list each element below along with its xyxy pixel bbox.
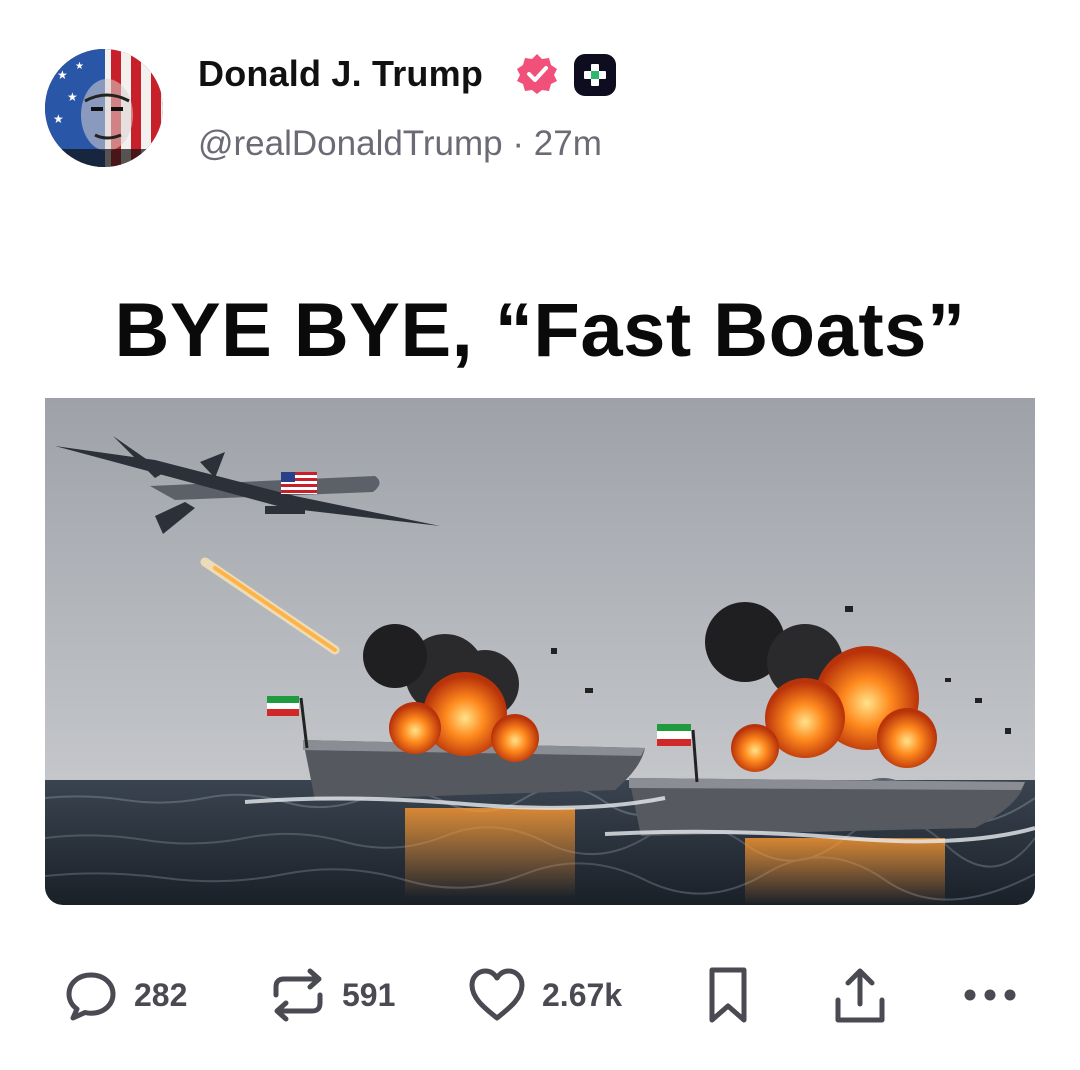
reply-button[interactable]: 282 (62, 960, 187, 1030)
bookmark-icon (709, 967, 747, 1023)
repost-count: 591 (342, 976, 396, 1013)
action-bar: 282 591 2.67k (0, 960, 1080, 1030)
plus-icon[interactable] (574, 54, 616, 96)
heart-icon (469, 968, 525, 1021)
media-headline: BYE BYE, “Fast Boats” (114, 287, 966, 373)
handle-line: @realDonaldTrump · 27m (198, 122, 602, 166)
scene-image (45, 398, 1035, 905)
share-button[interactable] (830, 960, 890, 1030)
separator: · (512, 124, 525, 163)
bookmark-button[interactable] (706, 960, 750, 1030)
svg-text:★: ★ (75, 61, 84, 72)
svg-text:★: ★ (57, 68, 68, 82)
reply-icon (66, 972, 116, 1021)
avatar[interactable]: ★ ★ ★ ★ (45, 49, 163, 167)
like-count: 2.67k (542, 976, 623, 1013)
more-icon (964, 989, 1016, 1001)
svg-text:★: ★ (53, 112, 64, 126)
verified-badge-icon (515, 52, 559, 96)
author-name[interactable]: Donald J. Trump (198, 52, 483, 96)
handle[interactable]: @realDonaldTrump (198, 124, 503, 163)
like-button[interactable]: 2.67k (466, 960, 622, 1030)
svg-text:★: ★ (67, 90, 78, 104)
repost-button[interactable]: 591 (268, 960, 395, 1030)
reply-count: 282 (134, 976, 188, 1013)
more-button[interactable] (960, 960, 1020, 1030)
avatar-image: ★ ★ ★ ★ (45, 49, 163, 167)
repost-icon (273, 968, 323, 1022)
timestamp[interactable]: 27m (534, 124, 602, 163)
share-icon (835, 968, 885, 1023)
post-media[interactable]: BYE BYE, “Fast Boats” (45, 262, 1035, 905)
